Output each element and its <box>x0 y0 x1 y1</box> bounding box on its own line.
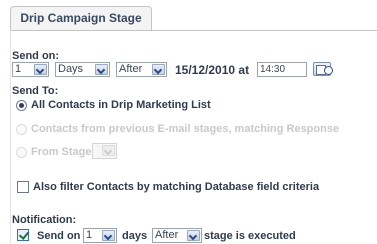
send-on-label: Send on: <box>12 50 60 62</box>
chevron-down-icon <box>152 64 165 75</box>
notification-label: Notification: <box>12 214 77 226</box>
panel-left-border <box>10 30 11 244</box>
chevron-down-icon <box>102 145 115 156</box>
notification-count-value: 1 <box>86 229 93 241</box>
radio-all-contacts[interactable] <box>16 100 27 111</box>
send-on-unit-value: Days <box>58 63 84 75</box>
chevron-down-icon <box>34 64 47 75</box>
notification-days-label: days <box>122 230 148 242</box>
radio-previous-stages[interactable] <box>16 124 27 135</box>
from-stage-select[interactable] <box>92 143 117 159</box>
send-on-count-value: 1 <box>15 63 22 75</box>
radio-from-stage-label: From Stage <box>31 146 92 158</box>
filter-checkbox[interactable] <box>17 181 29 193</box>
send-on-at-label: at <box>238 63 250 77</box>
send-on-time-input[interactable]: 14:30 <box>257 62 307 77</box>
chevron-down-icon <box>95 64 108 75</box>
send-on-relation-value: After <box>119 63 143 75</box>
send-on-count-select[interactable]: 1 <box>12 62 49 77</box>
chevron-down-icon <box>102 230 115 241</box>
notification-send-on-label: Send on <box>37 230 81 242</box>
calendar-clock-icon[interactable] <box>313 62 333 76</box>
radio-from-stage[interactable] <box>16 147 27 158</box>
tab-drip-campaign-stage[interactable]: Drip Campaign Stage <box>10 6 152 31</box>
notification-checkbox[interactable] <box>17 229 29 241</box>
chevron-down-icon <box>187 230 200 241</box>
send-on-date-line: 15/12/2010 at <box>175 63 249 77</box>
filter-label: Also filter Contacts by matching Databas… <box>33 181 320 193</box>
send-on-relation-select[interactable]: After <box>116 62 167 77</box>
send-on-date: 15/12/2010 <box>175 63 236 77</box>
notification-relation-value: After <box>155 229 179 241</box>
radio-all-contacts-label: All Contacts in Drip Marketing List <box>31 99 211 111</box>
notification-relation-select[interactable]: After <box>152 228 202 243</box>
notification-count-select[interactable]: 1 <box>83 228 117 243</box>
send-on-unit-select[interactable]: Days <box>55 62 110 77</box>
radio-previous-stages-label: Contacts from previous E-mail stages, ma… <box>31 123 340 135</box>
send-to-label: Send To: <box>12 85 59 97</box>
notification-suffix: stage is executed <box>204 230 296 242</box>
tab-panel-border <box>10 30 377 31</box>
